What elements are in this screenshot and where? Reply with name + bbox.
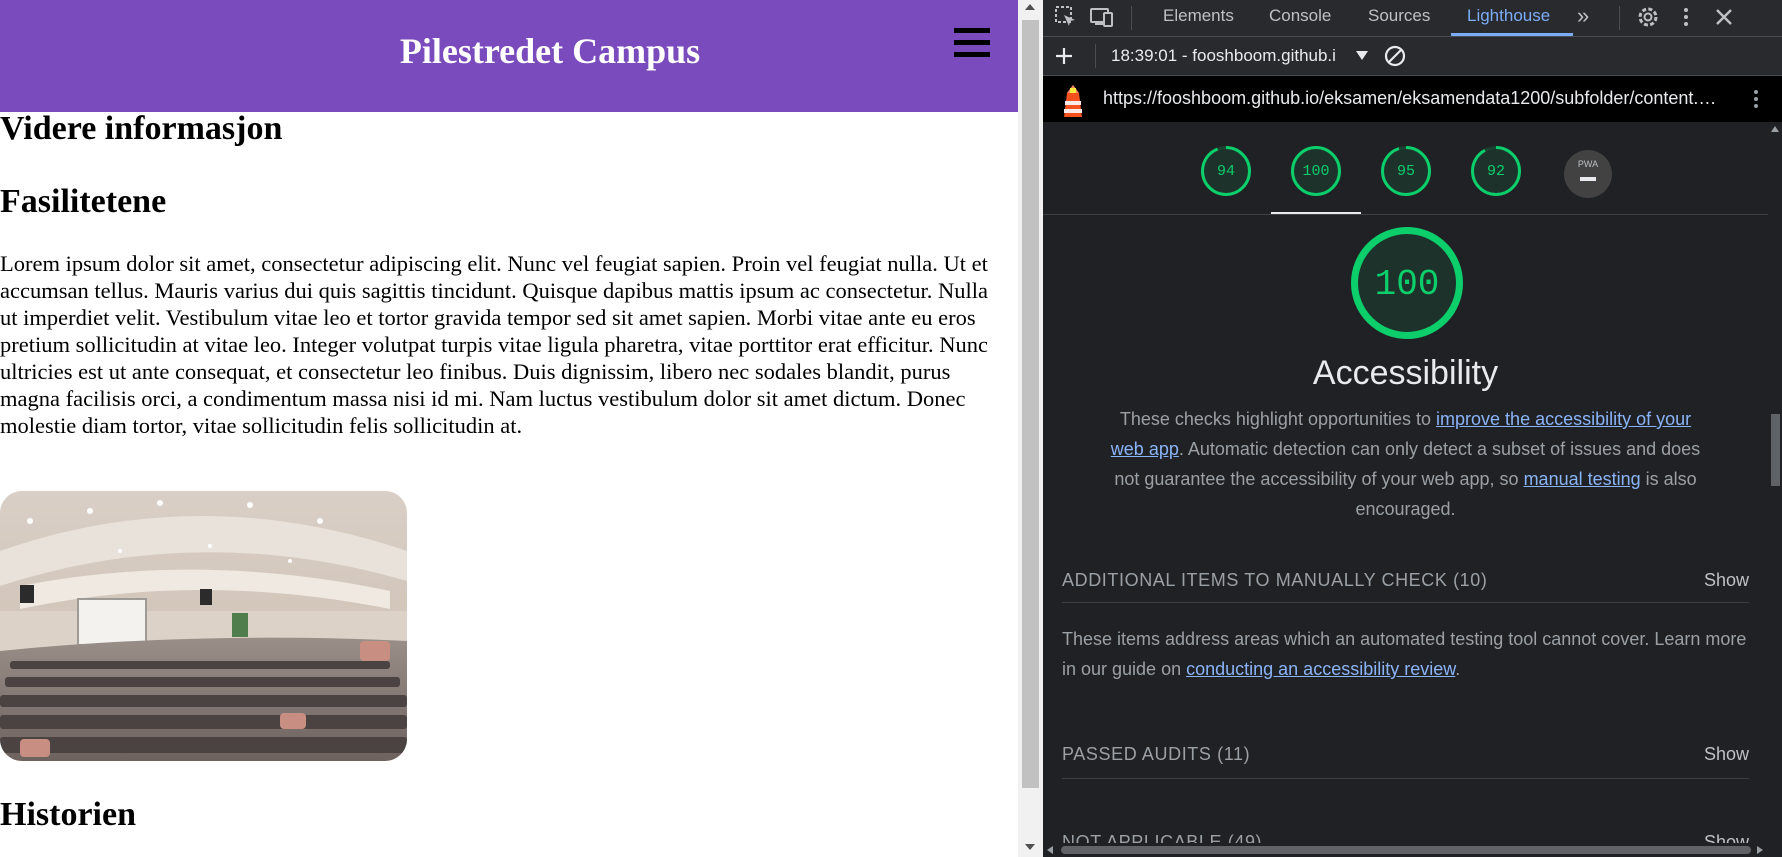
body-paragraph: Lorem ipsum dolor sit amet, consectetur … (0, 251, 989, 438)
devtools-scroll-thumb[interactable] (1771, 414, 1780, 486)
lighthouse-report: 94 100 95 92 PWA 100 Accessibility These… (1043, 122, 1768, 857)
devtools-hscroll-thumb[interactable] (1061, 846, 1751, 854)
passed-audits-show-button[interactable]: Show (1704, 744, 1749, 765)
passed-audits-title: PASSED AUDITS (11) (1062, 744, 1251, 764)
dt-scroll-right-icon[interactable] (1757, 846, 1763, 854)
report-url-bar: https://fooshboom.github.io/eksamen/eksa… (1043, 76, 1782, 122)
page-scrollbar[interactable] (1018, 0, 1043, 857)
active-tab-indicator (1451, 33, 1573, 36)
dt-scroll-left-icon[interactable] (1047, 846, 1053, 854)
tab-elements[interactable]: Elements (1163, 0, 1234, 36)
pwa-dash-icon (1580, 177, 1596, 181)
heading-videre-informasjon: Videre informasjon (0, 110, 283, 147)
score-accessibility-label: 100 (1302, 163, 1330, 180)
manual-check-section-header[interactable]: ADDITIONAL ITEMS TO MANUALLY CHECK (10) … (1062, 570, 1749, 600)
webpage: Pilestredet Campus Videre informasjon Fa… (0, 0, 1018, 857)
dt-scroll-up-icon[interactable] (1771, 126, 1779, 132)
lighthouse-toolbar: 18:39:01 - fooshboom.github.i (1043, 37, 1782, 76)
score-divider (1043, 214, 1768, 215)
section-divider (1062, 602, 1749, 603)
manual-check-description: These items address areas which an autom… (1062, 624, 1762, 684)
section-divider (1062, 778, 1749, 779)
lecture-hall-photo (0, 491, 407, 761)
devtools-tabbar: Elements Console Sources Lighthouse » (1043, 0, 1782, 37)
accessibility-main-score: 100 (1374, 264, 1440, 305)
site-title: Pilestredet Campus (399, 31, 701, 71)
settings-gear-icon[interactable] (1635, 4, 1661, 30)
scroll-up-arrow-icon[interactable] (1025, 4, 1035, 10)
desc-text-1: These checks highlight opportunities to (1119, 409, 1437, 429)
report-select[interactable]: 18:39:01 - fooshboom.github.i (1111, 46, 1351, 66)
site-header: Pilestredet Campus (0, 0, 1018, 112)
manual-check-show-button[interactable]: Show (1704, 570, 1749, 591)
score-best-practices-label: 95 (1396, 163, 1415, 180)
inspect-element-icon[interactable] (1053, 4, 1079, 30)
pwa-label: PWA (1577, 159, 1599, 169)
new-report-plus-icon[interactable] (1053, 45, 1075, 67)
close-devtools-icon[interactable] (1711, 4, 1737, 30)
scroll-down-arrow-icon[interactable] (1025, 844, 1035, 850)
report-menu-icon[interactable] (1745, 87, 1767, 111)
clear-block-icon[interactable] (1383, 44, 1407, 68)
page-scrollbar-thumb[interactable] (1022, 20, 1039, 788)
manual-check-title: ADDITIONAL ITEMS TO MANUALLY CHECK (10) (1062, 570, 1488, 590)
lighthouse-logo-icon (1064, 85, 1082, 117)
passed-audits-section-header[interactable]: PASSED AUDITS (11) Show (1062, 744, 1749, 774)
more-tabs-chevron-icon[interactable]: » (1577, 0, 1589, 36)
device-toolbar-icon[interactable] (1089, 4, 1115, 30)
score-performance-label: 94 (1216, 163, 1235, 180)
pwa-badge[interactable]: PWA (1564, 150, 1612, 198)
tab-console[interactable]: Console (1269, 0, 1331, 36)
score-seo-label: 92 (1486, 163, 1505, 180)
manual-desc-text-2: . (1455, 659, 1461, 679)
devtools-vertical-scrollbar[interactable] (1768, 122, 1782, 857)
tab-sources[interactable]: Sources (1368, 0, 1430, 36)
more-options-icon[interactable] (1673, 4, 1699, 30)
devtools-panel: Elements Console Sources Lighthouse » 18… (1043, 0, 1782, 857)
accessibility-review-link[interactable]: conducting an accessibility review (1186, 659, 1455, 679)
category-description: These checks highlight opportunities to … (1108, 404, 1703, 524)
heading-fasilitetene: Fasilitetene (0, 183, 167, 220)
tab-lighthouse[interactable]: Lighthouse (1467, 0, 1550, 36)
devtools-horizontal-scrollbar[interactable] (1043, 843, 1768, 857)
category-title: Accessibility (1312, 354, 1499, 392)
report-url[interactable]: https://fooshboom.github.io/eksamen/eksa… (1103, 88, 1743, 109)
report-dropdown-chevron-icon[interactable] (1356, 51, 1368, 60)
hamburger-menu-icon[interactable] (954, 28, 990, 58)
manual-testing-link[interactable]: manual testing (1524, 469, 1641, 489)
heading-historien: Historien (0, 796, 136, 833)
